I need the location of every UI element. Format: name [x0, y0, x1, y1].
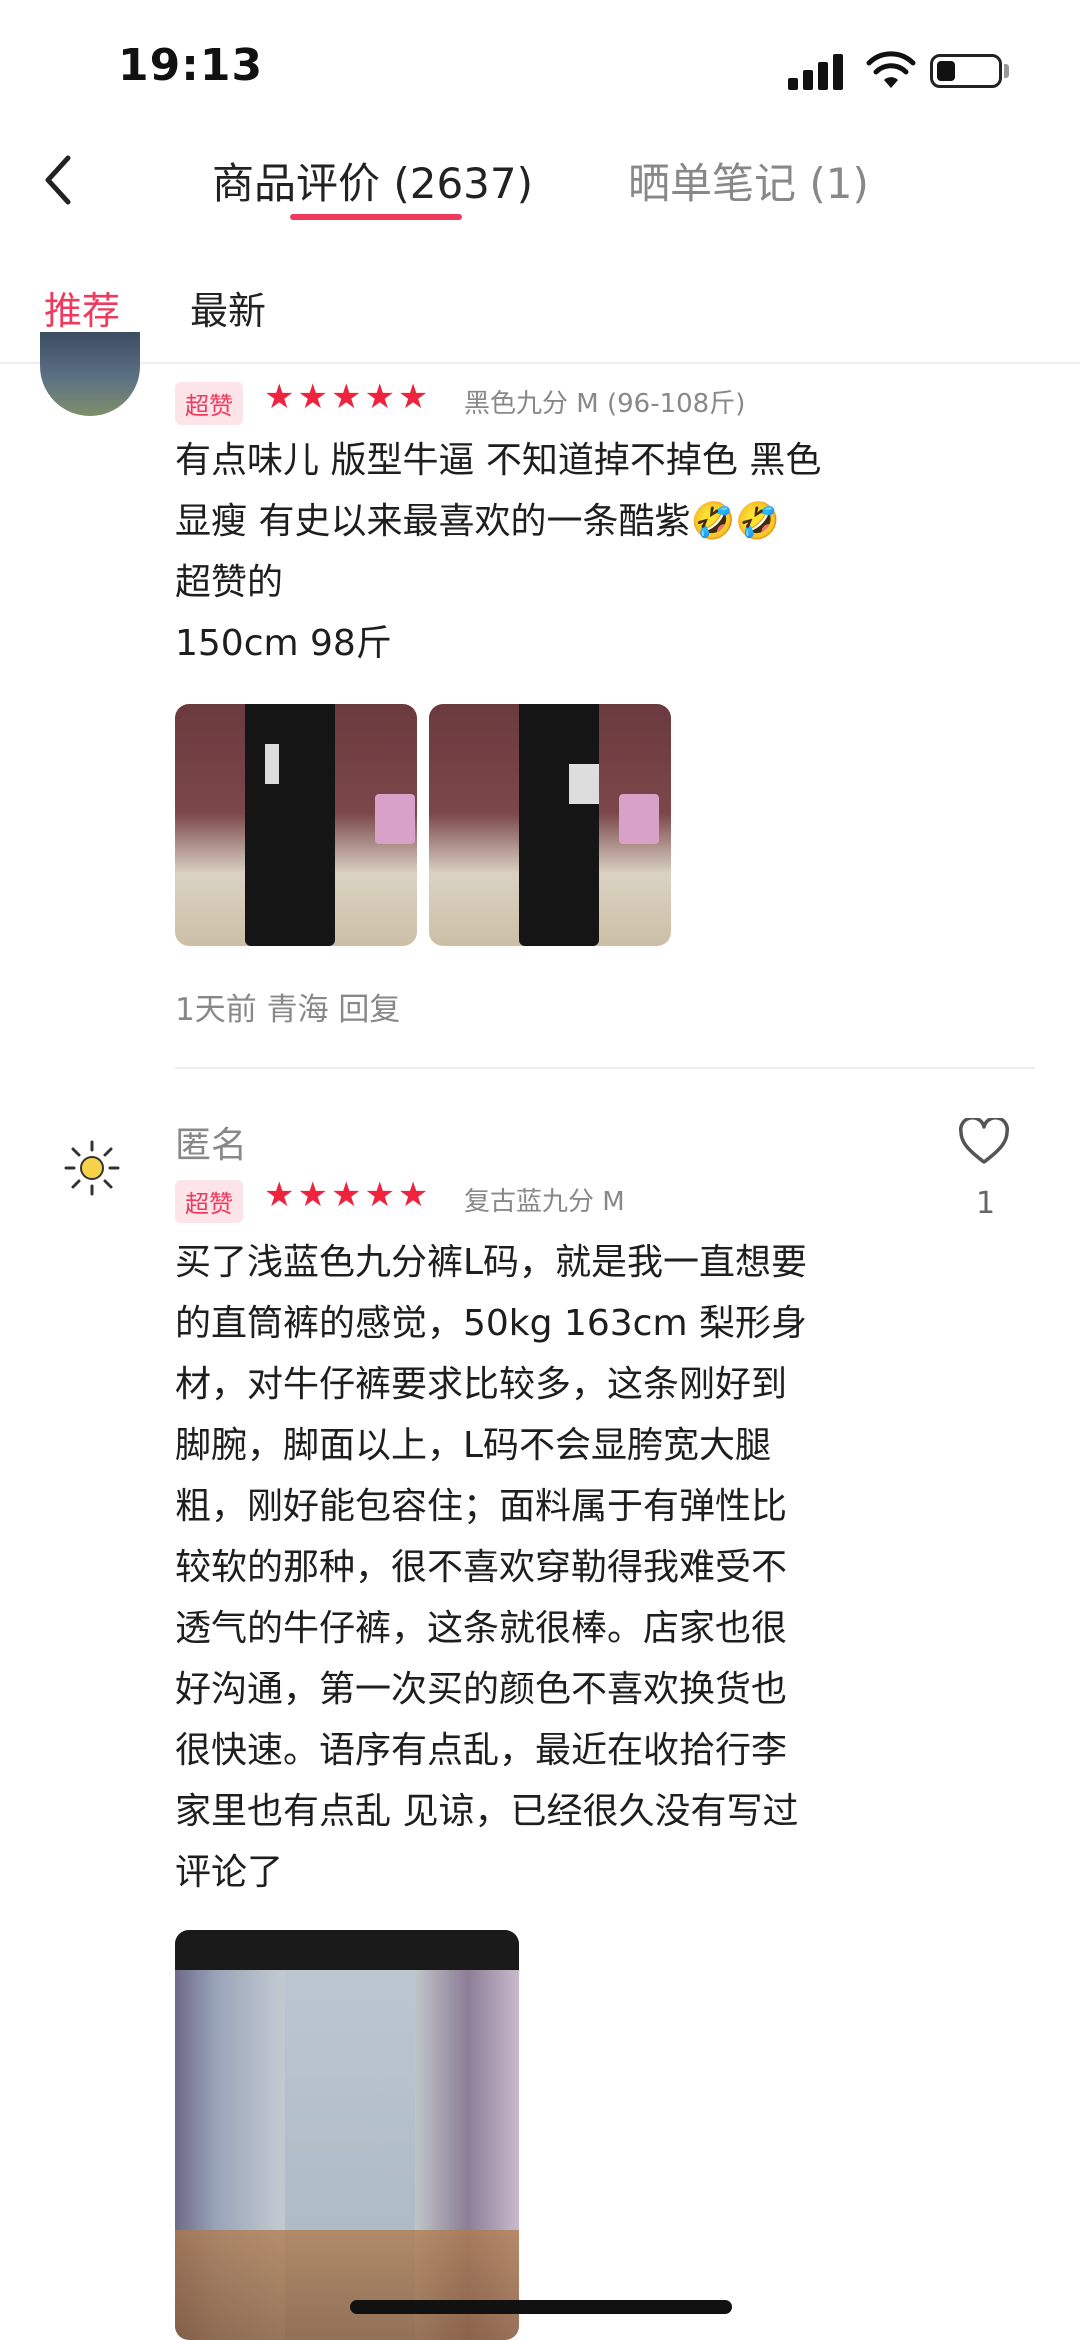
tab-notes[interactable]: 晒单笔记 (1) [628, 150, 869, 211]
avatar[interactable] [40, 332, 140, 416]
review-meta[interactable]: 1天前 青海 回复 [175, 984, 400, 1029]
divider [175, 1067, 1035, 1069]
review-badge: 超赞 [175, 1180, 243, 1223]
review-photo[interactable] [429, 704, 671, 946]
heart-icon[interactable] [958, 1118, 1010, 1166]
like-count: 1 [976, 1186, 996, 1221]
battery-icon [930, 54, 1002, 88]
review-line: 超赞的 [175, 562, 284, 603]
review-line: 好沟通，第一次买的颜色不喜欢换货也 [175, 1669, 788, 1710]
battery-cap [1004, 64, 1009, 78]
review-line: 买了浅蓝色九分裤L码，就是我一直想要 [175, 1242, 808, 1283]
tab-reviews[interactable]: 商品评价 (2637) [212, 150, 533, 211]
back-arrow-icon[interactable] [40, 150, 80, 210]
review-line: 有点味儿 版型牛逼 不知道掉不掉色 黑色 [175, 440, 822, 481]
product-spec: 黑色九分 M (96-108斤) [464, 389, 746, 419]
star-rating: ★★★★★ [264, 1175, 432, 1215]
review-line: 显瘦 有史以来最喜欢的一条酷紫🤣🤣 [175, 501, 781, 542]
review-line: 很快速。语序有点乱，最近在收拾行李 [175, 1730, 788, 1771]
review-line: 粗，刚好能包容住；面料属于有弹性比 [175, 1486, 788, 1527]
review-text: 买了浅蓝色九分裤L码，就是我一直想要 的直筒裤的感觉，50kg 163cm 梨形… [175, 1232, 955, 1903]
product-spec: 复古蓝九分 M [464, 1187, 625, 1217]
review-line: 评论了 [175, 1852, 284, 1893]
divider [0, 362, 1080, 364]
wifi-icon [866, 51, 916, 88]
filter-latest[interactable]: 最新 [190, 280, 266, 335]
review-text: 有点味儿 版型牛逼 不知道掉不掉色 黑色 显瘦 有史以来最喜欢的一条酷紫🤣🤣 超… [175, 430, 955, 674]
review-line: 150cm 98斤 [175, 623, 392, 664]
filter-recommend[interactable]: 推荐 [44, 280, 120, 335]
review-line: 透气的牛仔裤，这条就很棒。店家也很 [175, 1608, 788, 1649]
review-badge: 超赞 [175, 382, 243, 425]
signal-icon [788, 54, 844, 90]
review-photo[interactable] [175, 1930, 519, 2340]
status-time: 19:13 [118, 40, 264, 91]
review-line: 较软的那种，很不喜欢穿勒得我难受不 [175, 1547, 788, 1588]
sun-avatar-icon[interactable] [62, 1138, 122, 1198]
active-tab-indicator [290, 214, 462, 220]
review-line: 脚腕，脚面以上，L码不会显胯宽大腿 [175, 1425, 772, 1466]
home-indicator [350, 2300, 732, 2314]
review-line: 材，对牛仔裤要求比较多，这条刚好到 [175, 1364, 788, 1405]
review-line: 家里也有点乱 见谅，已经很久没有写过 [175, 1791, 799, 1832]
username: 匿名 [175, 1125, 248, 1166]
review-photo[interactable] [175, 704, 417, 946]
review-line: 的直筒裤的感觉，50kg 163cm 梨形身 [175, 1303, 807, 1344]
star-rating: ★★★★★ [264, 377, 432, 417]
